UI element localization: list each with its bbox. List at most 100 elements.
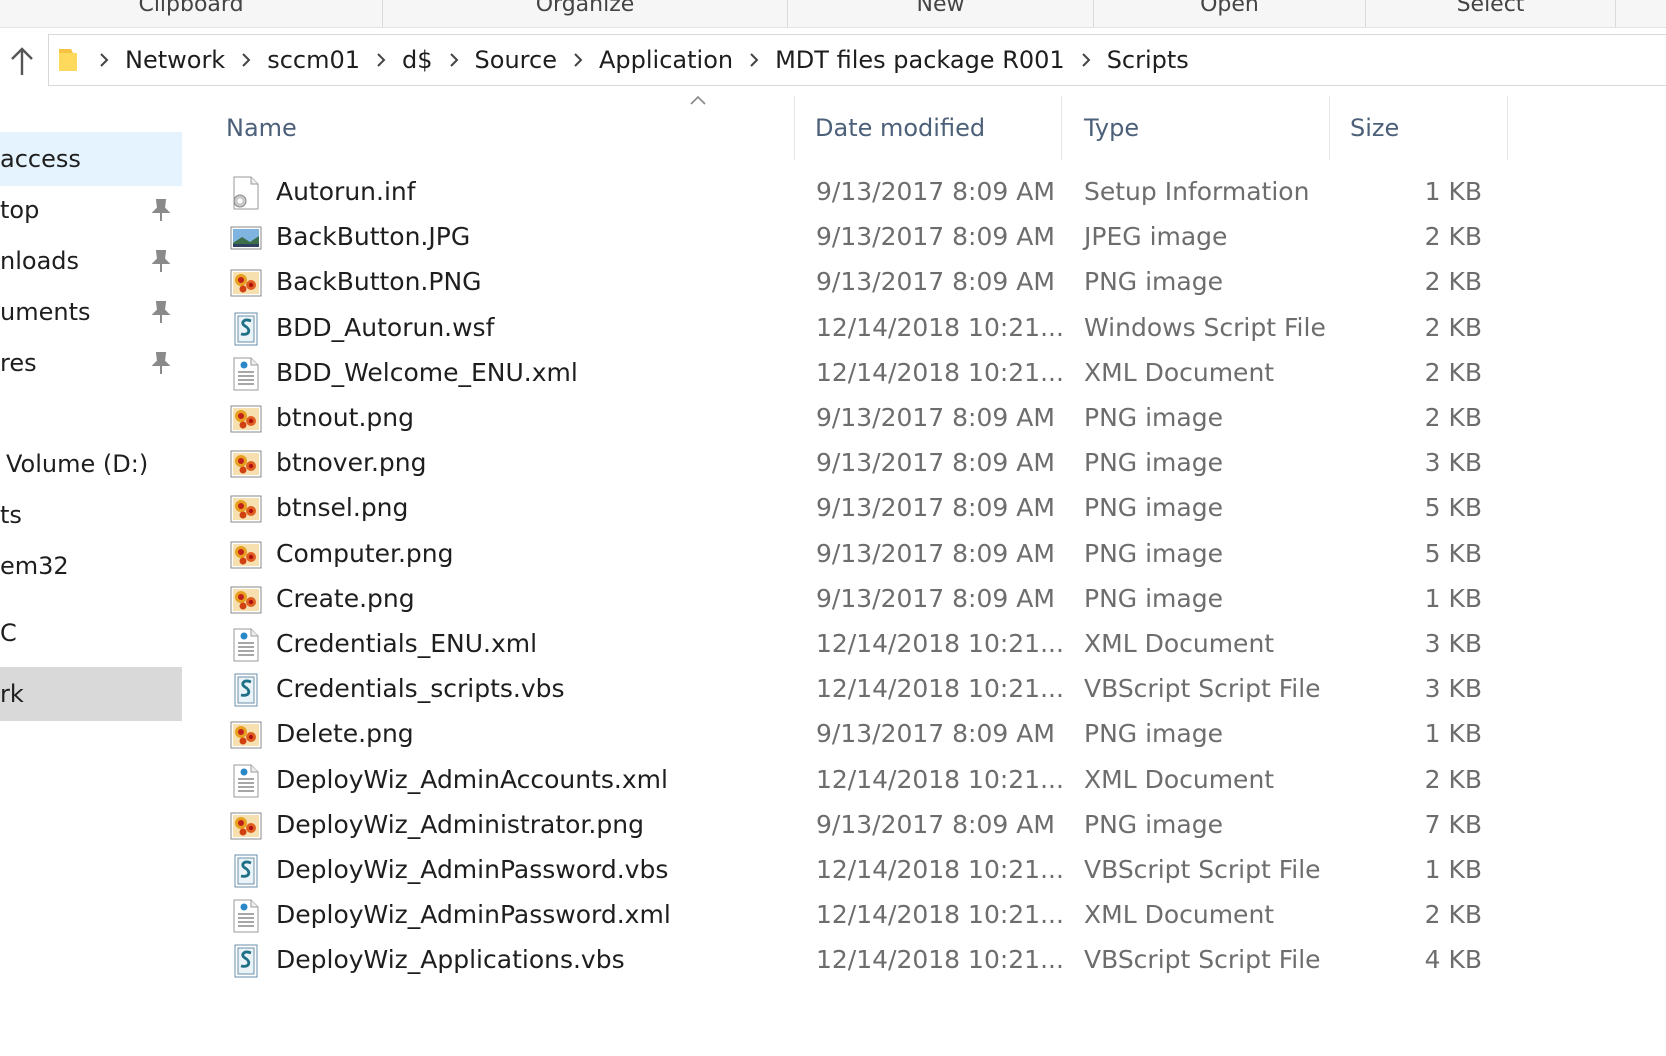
script-file-icon <box>230 312 262 346</box>
navigation-pane: access top nloads uments res Volume (D:)… <box>0 92 186 1032</box>
png-file-icon <box>230 538 262 572</box>
column-header-label: Date modified <box>815 114 986 142</box>
chevron-right-icon[interactable] <box>89 53 119 67</box>
column-header-date-modified[interactable]: Date modified <box>795 96 1062 160</box>
nav-item-label: ts <box>0 501 22 529</box>
file-type: PNG image <box>1084 583 1223 613</box>
file-row[interactable]: BackButton.PNG 9/13/2017 8:09 AM PNG image… <box>192 258 1666 306</box>
pin-icon[interactable] <box>150 350 172 376</box>
file-row[interactable]: BackButton.JPG 9/13/2017 8:09 AM JPEG imag… <box>192 213 1666 261</box>
breadcrumb-application[interactable]: Application <box>593 46 739 74</box>
file-type: JPEG image <box>1084 222 1228 252</box>
file-row[interactable]: btnsel.png 9/13/2017 8:09 AM PNG image 5 KB <box>192 484 1666 532</box>
nav-item-label: rk <box>0 680 24 708</box>
folder-icon <box>59 49 77 71</box>
chevron-right-icon[interactable] <box>439 53 469 67</box>
file-name: BackButton.JPG <box>276 222 471 252</box>
breadcrumb-sccm01[interactable]: sccm01 <box>261 46 366 74</box>
file-row[interactable]: DeployWiz_Applications.vbs 12/14/2018 10:… <box>192 936 1666 984</box>
ribbon-group-label: Organize <box>535 0 635 17</box>
file-row[interactable]: Autorun.inf 9/13/2017 8:09 AM Setup Inform… <box>192 168 1666 216</box>
file-size: 3 KB <box>1424 674 1482 704</box>
pin-icon[interactable] <box>150 299 172 325</box>
file-row[interactable]: btnout.png 9/13/2017 8:09 AM PNG image 2 KB <box>192 394 1666 442</box>
address-bar[interactable]: Network sccm01 d$ Source Application MDT… <box>48 34 1666 86</box>
file-type: XML Document <box>1084 357 1275 387</box>
file-type: PNG image <box>1084 493 1223 523</box>
file-date-modified: 9/13/2017 8:09 AM <box>816 177 1055 206</box>
breadcrumb-source[interactable]: Source <box>469 46 563 74</box>
file-date-modified: 9/13/2017 8:09 AM <box>816 583 1055 613</box>
file-date-modified: 9/13/2017 8:09 AM <box>816 222 1055 252</box>
script-file-icon <box>230 944 262 978</box>
file-row[interactable]: DeployWiz_AdminAccounts.xml 12/14/2018 10… <box>192 756 1666 804</box>
ribbon-group-labels: Clipboard Organize New Open Select <box>0 0 1666 28</box>
xml-file-icon <box>230 357 262 391</box>
file-type: XML Document <box>1084 629 1275 658</box>
inf-file-icon <box>230 176 262 210</box>
chevron-right-icon[interactable] <box>231 53 261 67</box>
file-date-modified: 12/14/2018 10:21... <box>816 764 1064 794</box>
file-row[interactable]: DeployWiz_AdminPassword.vbs 12/14/2018 10… <box>192 846 1666 894</box>
nav-item-network[interactable]: rk <box>0 667 182 721</box>
up-button[interactable] <box>4 42 40 82</box>
file-row[interactable]: Credentials_scripts.vbs 12/14/2018 10:21.… <box>192 665 1666 713</box>
file-size: 2 KB <box>1424 222 1482 252</box>
file-type: VBScript Script File <box>1084 945 1321 975</box>
pin-icon[interactable] <box>150 197 172 223</box>
chevron-right-icon[interactable] <box>739 53 769 67</box>
png-file-icon <box>230 492 262 526</box>
file-row[interactable]: DeployWiz_AdminPassword.xml 12/14/2018 10… <box>192 891 1666 939</box>
nav-item-this-pc[interactable]: C <box>0 606 182 660</box>
xml-file-icon <box>230 764 262 798</box>
file-row[interactable]: BDD_Autorun.wsf 12/14/2018 10:21... Window… <box>192 304 1666 352</box>
file-row[interactable]: Credentials_ENU.xml 12/14/2018 10:21... XM… <box>192 620 1666 668</box>
file-name: Computer.png <box>276 538 454 568</box>
nav-item-downloads[interactable]: nloads <box>0 234 182 288</box>
column-header-label: Name <box>226 114 297 142</box>
file-name: btnout.png <box>276 403 414 432</box>
breadcrumb-scripts[interactable]: Scripts <box>1101 46 1195 74</box>
file-size: 7 KB <box>1424 809 1482 839</box>
nav-item-folder-ts[interactable]: ts <box>0 488 182 542</box>
file-row[interactable]: Delete.png 9/13/2017 8:09 AM PNG image 1 KB <box>192 710 1666 758</box>
file-date-modified: 12/14/2018 10:21... <box>816 674 1064 704</box>
column-header-size[interactable]: Size <box>1330 96 1508 160</box>
file-size: 2 KB <box>1424 312 1482 342</box>
chevron-right-icon[interactable] <box>563 53 593 67</box>
file-row[interactable]: Create.png 9/13/2017 8:09 AM PNG image 1 KB <box>192 575 1666 623</box>
png-file-icon <box>230 583 262 617</box>
nav-item-volume-d[interactable]: Volume (D:) <box>0 437 182 491</box>
file-date-modified: 12/14/2018 10:21... <box>816 900 1064 930</box>
column-header-type[interactable]: Type <box>1062 96 1330 160</box>
ribbon-group-label: Open <box>1200 0 1259 17</box>
file-date-modified: 9/13/2017 8:09 AM <box>816 538 1055 568</box>
png-file-icon <box>230 402 262 436</box>
pin-icon[interactable] <box>150 248 172 274</box>
column-header-name[interactable]: Name <box>192 96 795 160</box>
file-row[interactable]: btnover.png 9/13/2017 8:09 AM PNG image 3 K… <box>192 439 1666 487</box>
file-row[interactable]: DeployWiz_Administrator.png 9/13/2017 8:0… <box>192 801 1666 849</box>
nav-item-system32[interactable]: em32 <box>0 539 182 593</box>
file-size: 2 KB <box>1424 403 1482 432</box>
breadcrumb-mdt-package[interactable]: MDT files package R001 <box>769 46 1071 74</box>
nav-item-desktop[interactable]: top <box>0 183 182 237</box>
breadcrumb-d-share[interactable]: d$ <box>396 46 439 74</box>
file-size: 2 KB <box>1424 900 1482 930</box>
nav-item-pictures[interactable]: res <box>0 336 182 390</box>
file-size: 1 KB <box>1424 855 1482 884</box>
xml-file-icon <box>230 628 262 662</box>
nav-item-documents[interactable]: uments <box>0 285 182 339</box>
file-row[interactable]: BDD_Welcome_ENU.xml 12/14/2018 10:21... XM… <box>192 349 1666 397</box>
nav-item-label: em32 <box>0 552 69 580</box>
nav-item-quick-access[interactable]: access <box>0 132 182 186</box>
file-size: 1 KB <box>1424 719 1482 749</box>
breadcrumb-network[interactable]: Network <box>119 46 231 74</box>
chevron-right-icon[interactable] <box>1071 53 1101 67</box>
jpeg-file-icon <box>230 221 262 255</box>
chevron-right-icon[interactable] <box>366 53 396 67</box>
file-date-modified: 12/14/2018 10:21... <box>816 855 1064 884</box>
file-name: BDD_Welcome_ENU.xml <box>276 357 578 387</box>
file-row[interactable]: Computer.png 9/13/2017 8:09 AM PNG image 5 … <box>192 530 1666 578</box>
file-size: 2 KB <box>1424 357 1482 387</box>
